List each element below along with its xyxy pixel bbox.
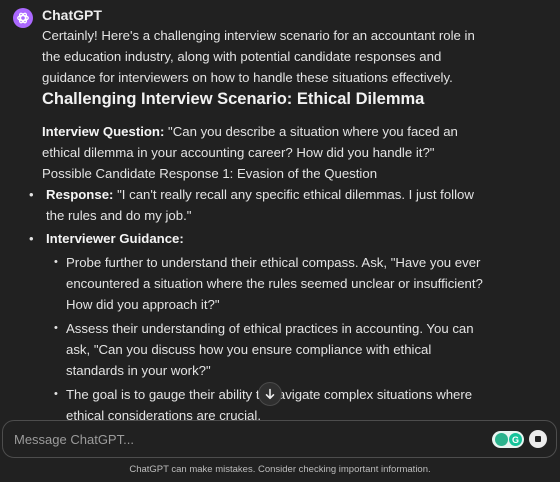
guidance-item-text: Probe further to understand their ethica… bbox=[66, 255, 483, 312]
message-author: ChatGPT bbox=[42, 7, 102, 23]
grammarly-status-icon bbox=[495, 433, 508, 446]
scenario-heading: Challenging Interview Scenario: Ethical … bbox=[42, 90, 425, 108]
arrow-down-icon bbox=[265, 388, 275, 400]
scroll-to-bottom-button[interactable] bbox=[258, 382, 282, 406]
sub-bullet-icon: • bbox=[54, 388, 58, 400]
bullet-icon: • bbox=[29, 187, 34, 202]
interview-question: Interview Question: "Can you describe a … bbox=[42, 121, 492, 163]
response-label: Response: bbox=[46, 187, 114, 202]
grammarly-badge[interactable]: G bbox=[492, 431, 524, 448]
bullet-icon: • bbox=[29, 231, 34, 246]
sub-bullet-icon: • bbox=[54, 256, 58, 268]
assistant-message: Certainly! Here's a challenging intervie… bbox=[29, 25, 492, 429]
sub-bullet-icon: • bbox=[54, 322, 58, 334]
list-item-response: • Response: "I can't really recall any s… bbox=[29, 184, 492, 226]
openai-logo-icon bbox=[13, 8, 33, 28]
message-composer: G bbox=[2, 420, 557, 458]
grammarly-icon: G bbox=[509, 433, 522, 446]
guidance-item-text: Assess their understanding of ethical pr… bbox=[66, 321, 474, 378]
intro-paragraph: Certainly! Here's a challenging intervie… bbox=[42, 28, 475, 85]
guidance-item: • Probe further to understand their ethi… bbox=[46, 252, 492, 315]
disclaimer-text: ChatGPT can make mistakes. Consider chec… bbox=[129, 464, 431, 475]
stop-icon bbox=[535, 436, 541, 442]
chat-page: ChatGPT Certainly! Here's a challenging … bbox=[0, 0, 560, 482]
guidance-item: • Assess their understanding of ethical … bbox=[46, 318, 492, 381]
stop-generating-button[interactable] bbox=[529, 430, 547, 448]
response-title: Possible Candidate Response 1: Evasion o… bbox=[42, 166, 378, 181]
message-input[interactable] bbox=[14, 421, 454, 457]
question-label: Interview Question: bbox=[42, 124, 165, 139]
guidance-label: Interviewer Guidance: bbox=[46, 231, 184, 246]
